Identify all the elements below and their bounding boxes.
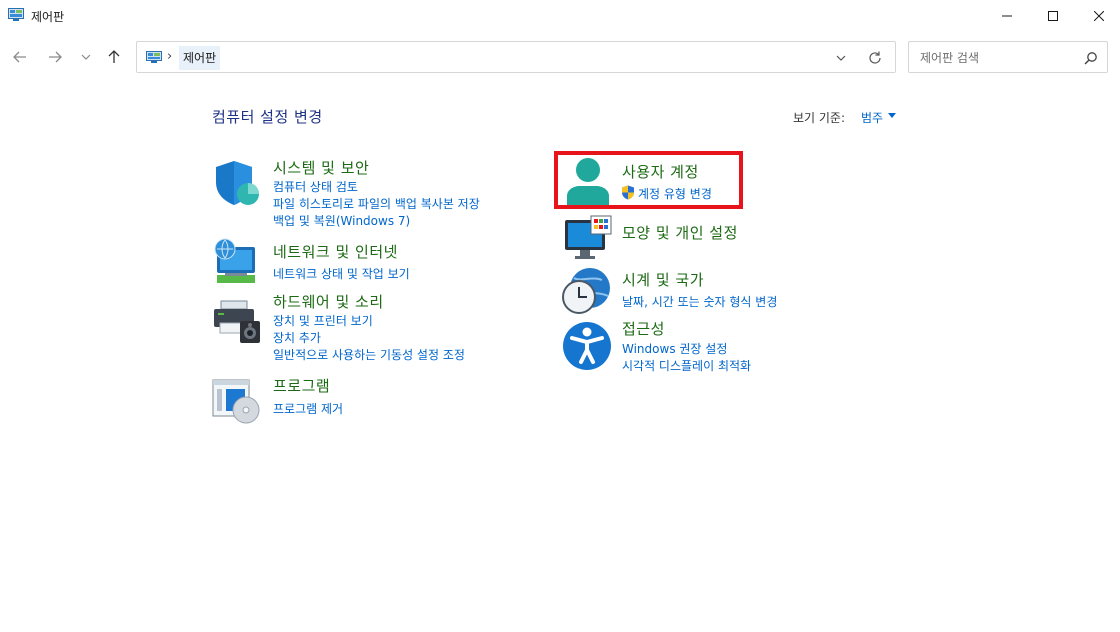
category-network-internet[interactable]: 네트워크 및 인터넷	[273, 241, 398, 262]
close-button[interactable]	[1076, 0, 1120, 32]
arrow-left-icon	[13, 51, 26, 63]
control-panel-icon	[8, 8, 24, 21]
up-button[interactable]	[104, 47, 124, 67]
link-uninstall-program[interactable]: 프로그램 제거	[273, 400, 343, 417]
arrow-right-icon	[49, 51, 62, 63]
category-ease-of-access[interactable]: 접근성	[622, 318, 665, 339]
shield-icon[interactable]	[212, 158, 262, 208]
close-icon	[1094, 11, 1104, 21]
clock-globe-icon[interactable]	[562, 266, 612, 316]
control-panel-icon	[146, 51, 162, 63]
monitor-icon[interactable]	[563, 214, 613, 264]
maximize-icon	[1048, 11, 1058, 21]
title-bar: 제어판	[0, 0, 1120, 32]
category-hardware-sound[interactable]: 하드웨어 및 소리	[273, 291, 384, 312]
highlight-box	[554, 151, 743, 209]
link-optimize-display[interactable]: 시각적 디스플레이 최적화	[622, 357, 751, 374]
recent-locations-button[interactable]	[76, 47, 96, 67]
minimize-icon	[1002, 15, 1012, 17]
accessibility-icon[interactable]	[562, 321, 612, 371]
link-network-status[interactable]: 네트워크 상태 및 작업 보기	[273, 265, 410, 282]
category-appearance-personalization[interactable]: 모양 및 개인 설정	[622, 222, 738, 243]
search-input[interactable]	[918, 48, 1072, 68]
minimize-button[interactable]	[984, 0, 1030, 32]
breadcrumb-separator: ›	[167, 49, 173, 64]
printer-speaker-icon[interactable]	[212, 297, 262, 347]
link-devices-printers[interactable]: 장치 및 프린터 보기	[273, 312, 373, 329]
search-icon[interactable]	[1084, 51, 1098, 65]
caret-down-icon[interactable]	[888, 113, 896, 118]
window-title: 제어판	[31, 10, 65, 24]
view-by-label: 보기 기준:	[793, 111, 846, 125]
link-review-computer-status[interactable]: 컴퓨터 상태 검토	[273, 178, 358, 195]
refresh-icon[interactable]	[867, 50, 883, 66]
category-clock-region[interactable]: 시계 및 국가	[622, 269, 704, 290]
view-by-dropdown[interactable]: 범주	[861, 109, 883, 126]
search-box[interactable]	[908, 41, 1108, 73]
address-bar[interactable]: › 제어판	[136, 41, 896, 73]
chevron-down-icon	[81, 54, 91, 60]
category-programs[interactable]: 프로그램	[273, 375, 330, 396]
programs-icon[interactable]	[212, 376, 262, 426]
network-icon[interactable]	[211, 237, 261, 287]
forward-button[interactable]	[45, 47, 65, 67]
link-backup-restore[interactable]: 백업 및 복원(Windows 7)	[273, 212, 410, 229]
maximize-button[interactable]	[1030, 0, 1076, 32]
back-button[interactable]	[10, 47, 30, 67]
link-mobility-settings[interactable]: 일반적으로 사용하는 기동성 설정 조정	[273, 346, 465, 363]
category-system-security[interactable]: 시스템 및 보안	[273, 157, 369, 178]
chevron-down-icon[interactable]	[833, 50, 849, 66]
link-windows-recommended-settings[interactable]: Windows 권장 설정	[622, 340, 727, 357]
link-add-device[interactable]: 장치 추가	[273, 329, 321, 346]
arrow-up-icon	[108, 50, 120, 63]
link-date-time-format[interactable]: 날짜, 시간 또는 숫자 형식 변경	[622, 293, 777, 310]
breadcrumb-control-panel[interactable]: 제어판	[179, 46, 221, 70]
page-title: 컴퓨터 설정 변경	[212, 108, 323, 126]
link-file-history-backup[interactable]: 파일 히스토리로 파일의 백업 복사본 저장	[273, 195, 480, 212]
